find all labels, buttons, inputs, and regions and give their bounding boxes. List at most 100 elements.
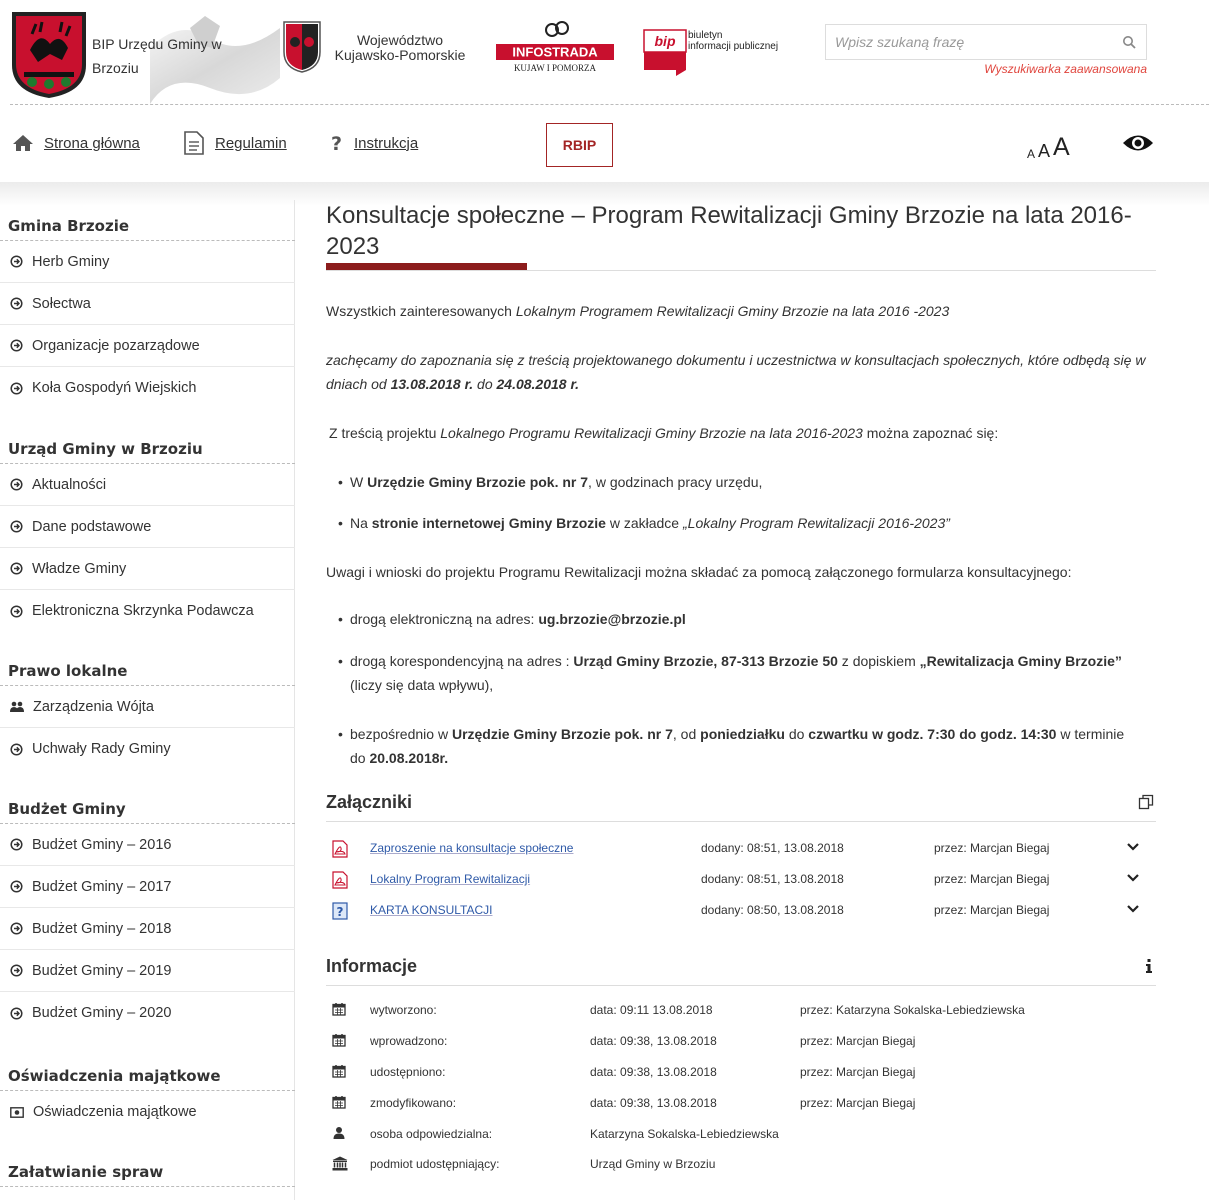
text-bold: „Rewitalizacja Gminy Brzozie” xyxy=(919,653,1122,669)
nav-home-label: Strona główna xyxy=(44,134,140,152)
institution-icon xyxy=(332,1156,348,1171)
text-bold: Urzędzie Gminy Brzozie pok. nr 7 xyxy=(451,726,673,742)
sidebar-item-esp[interactable]: Elektroniczna Skrzynka Podawcza xyxy=(0,590,295,632)
sidebar-item-aktualnosci[interactable]: Aktualności xyxy=(0,464,295,506)
document-icon xyxy=(184,131,204,155)
font-size-medium[interactable]: A xyxy=(1038,142,1050,160)
attachment-date: dodany: 08:51, 13.08.2018 xyxy=(701,841,844,855)
text-bold: poniedziałku xyxy=(700,726,785,742)
calendar-icon xyxy=(332,1003,346,1016)
info-row: udostępniono: data: 09:38, 13.08.2018 pr… xyxy=(326,1061,1156,1092)
eye-icon[interactable] xyxy=(1122,132,1154,154)
nav-rules[interactable]: Regulamin xyxy=(183,131,287,155)
text: można zapoznać się: xyxy=(862,425,999,441)
email-address: ug.brzozie@brzozie.pl xyxy=(538,611,686,627)
attachment-author: przez: Marcjan Biegaj xyxy=(934,903,1050,917)
sidebar-item-label: Budżet Gminy – 2020 xyxy=(32,1005,172,1021)
circle-arrow-icon xyxy=(10,838,23,851)
sidebar-item-budzet-2019[interactable]: Budżet Gminy – 2019 xyxy=(0,950,295,992)
sidebar-item-kola[interactable]: Koła Gospodyń Wiejskich xyxy=(0,367,295,409)
circle-arrow-icon xyxy=(10,922,23,935)
help-document-icon: ? xyxy=(332,902,348,920)
copy-icon[interactable] xyxy=(1138,794,1154,810)
sidebar-item-uchwaly[interactable]: Uchwały Rady Gminy xyxy=(0,728,295,770)
calendar-icon xyxy=(332,1034,346,1047)
info-icon[interactable] xyxy=(1144,958,1154,974)
bullet-post: drogą korespondencyjną na adres : Urząd … xyxy=(338,649,1138,697)
attachment-link[interactable]: Lokalny Program Rewitalizacji xyxy=(370,872,530,886)
gmina-crest-logo[interactable] xyxy=(10,10,88,100)
sidebar-item-wladze[interactable]: Władze Gminy xyxy=(0,548,295,590)
info-value: data: 09:38, 13.08.2018 xyxy=(590,1096,717,1110)
circle-arrow-icon xyxy=(10,742,23,756)
sidebar-item-herb[interactable]: Herb Gminy xyxy=(0,241,295,283)
info-label: podmiot udostępniający: xyxy=(370,1157,500,1171)
text-bold: czwartku w godz. 7:30 do godz. 14:30 xyxy=(808,726,1057,742)
search-icon[interactable] xyxy=(1122,35,1136,49)
top-nav: Strona główna Regulamin ? Instrukcja RBI… xyxy=(0,106,1209,182)
sidebar-item-label: Budżet Gminy – 2019 xyxy=(32,962,172,979)
chevron-down-icon[interactable] xyxy=(1126,873,1140,883)
sidebar-item-solectwa[interactable]: Sołectwa xyxy=(0,283,295,325)
sidebar-item-label: Aktualności xyxy=(32,476,107,493)
sidebar-item-budzet-2018[interactable]: Budżet Gminy – 2018 xyxy=(0,908,295,950)
chevron-down-icon[interactable] xyxy=(1126,842,1140,852)
info-label: wytworzono: xyxy=(370,1003,437,1017)
site-name[interactable]: BIP Urzędu Gminy w Brzoziu xyxy=(92,32,232,80)
sidebar-item-label: Władze Gminy xyxy=(32,560,127,577)
bip-logo[interactable]: bip biuletyn informacji publicznej xyxy=(640,26,800,80)
sidebar-item-budzet-2016[interactable]: Budżet Gminy – 2016 xyxy=(0,824,295,866)
nav-help[interactable]: ? Instrukcja xyxy=(330,132,418,154)
search-input[interactable] xyxy=(826,25,1116,59)
sidebar-item-label: Zarządzenia Wójta xyxy=(33,698,154,715)
sidebar-item-budzet-2020[interactable]: Budżet Gminy – 2020 xyxy=(0,992,295,1034)
text-bold: 24.08.2018 r. xyxy=(496,376,580,392)
attachment-link[interactable]: Zaproszenie na konsultacje społeczne xyxy=(370,841,573,855)
infostrada-logo[interactable]: INFOSTRADA KUJAW I POMORZA xyxy=(496,20,616,76)
sidebar-item-organizacje[interactable]: Organizacje pozarządowe xyxy=(0,325,295,367)
sidebar-section-budzet: Budżet Gminy Budżet Gminy – 2016 Budżet … xyxy=(0,794,295,1034)
infostrada-subtext: KUJAW I POMORZA xyxy=(514,63,597,73)
title-underline xyxy=(326,263,1156,271)
info-row: osoba odpowiedzialna: Katarzyna Sokalska… xyxy=(326,1123,1156,1154)
advanced-search-link[interactable]: Wyszukiwarka zaawansowana xyxy=(940,62,1147,76)
sidebar-section-prawo: Prawo lokalne Zarządzenia Wójta Uchwały … xyxy=(0,656,295,770)
sidebar-item-label: Herb Gminy xyxy=(32,253,110,270)
circle-arrow-icon xyxy=(10,381,23,395)
sidebar-section-sprawy: Załatwianie spraw xyxy=(0,1157,295,1187)
circle-arrow-icon xyxy=(10,604,23,618)
sidebar-item-dane[interactable]: Dane podstawowe xyxy=(0,506,295,548)
font-size-small[interactable]: A xyxy=(1027,148,1035,160)
text: z dopiskiem xyxy=(837,653,920,669)
sidebar-section-title: Załatwianie spraw xyxy=(0,1157,295,1187)
text: w zakładce xyxy=(605,515,683,531)
sidebar-item-budzet-2017[interactable]: Budżet Gminy – 2017 xyxy=(0,866,295,908)
info-row: podmiot udostępniający: Urząd Gminy w Br… xyxy=(326,1153,1156,1184)
font-size-large[interactable]: A xyxy=(1053,135,1070,160)
text: Z treścią projektu xyxy=(329,425,441,441)
bip-logo-graphic: bip biuletyn informacji publicznej xyxy=(643,29,778,76)
sidebar-item-oswiadczenia[interactable]: Oświadczenia majątkowe xyxy=(0,1091,295,1133)
info-label: osoba odpowiedzialna: xyxy=(370,1127,493,1141)
chevron-down-icon[interactable] xyxy=(1126,904,1140,914)
main-content: Konsultacje społeczne – Program Rewitali… xyxy=(326,200,1156,1171)
sidebar-section-title: Prawo lokalne xyxy=(0,656,295,686)
home-icon xyxy=(13,135,33,151)
question-icon: ? xyxy=(331,133,342,153)
nav-home[interactable]: Strona główna xyxy=(12,132,140,154)
info-value: data: 09:38, 13.08.2018 xyxy=(590,1065,717,1079)
attachments-title: Załączniki xyxy=(326,792,413,812)
attachment-link[interactable]: KARTA KONSULTACJI xyxy=(370,903,492,917)
rbip-button[interactable]: RBIP xyxy=(546,123,613,167)
calendar-icon xyxy=(332,1096,346,1109)
sidebar-item-label: Budżet Gminy – 2016 xyxy=(32,836,172,853)
user-icon xyxy=(333,1127,345,1139)
attachment-date: dodany: 08:50, 13.08.2018 xyxy=(701,903,844,917)
sidebar-item-zarzadzenia[interactable]: Zarządzenia Wójta xyxy=(0,686,295,728)
bullet-in-person: bezpośrednio w Urzędzie Gminy Brzozie po… xyxy=(338,722,1138,770)
voivodeship-name: Województwo Kujawsko-Pomorskie xyxy=(334,32,466,63)
text: , od xyxy=(672,726,701,742)
calendar-icon xyxy=(332,1065,346,1078)
circle-arrow-icon xyxy=(10,880,23,893)
info-label: udostępniono: xyxy=(370,1065,446,1079)
